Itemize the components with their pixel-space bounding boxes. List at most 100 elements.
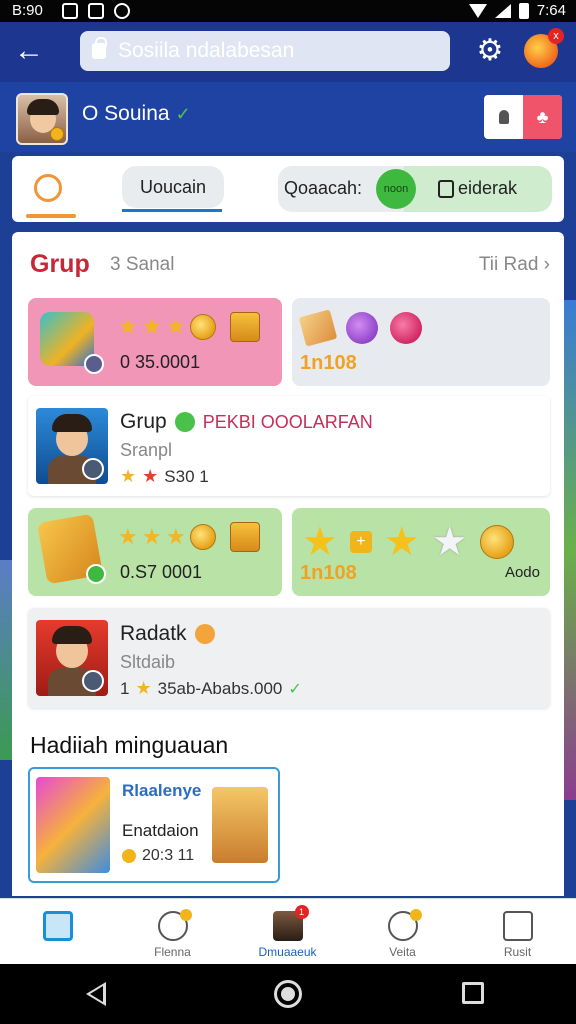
toggle-right[interactable]: eiderak (438, 178, 517, 199)
system-nav (0, 964, 576, 1024)
reward-card-gray[interactable]: 1n108 (292, 298, 550, 386)
profile-avatar-icon: 1 (272, 905, 309, 941)
avatar[interactable] (16, 93, 68, 145)
list-meta-value: S30 1 (164, 466, 209, 486)
search-box[interactable]: Sosiila ndalabesan (80, 31, 450, 71)
coin-icon (479, 525, 514, 559)
message-icon (62, 3, 78, 19)
tab-pill-indicator (122, 209, 222, 212)
list-item[interactable]: Radatk Sltdaib 1 ★ 35ab-Ababs.000 ✓ (28, 608, 550, 708)
toggle-right-label: eiderak (458, 178, 518, 198)
status-time-right: 7:64 (536, 2, 566, 19)
nav-item-3[interactable]: Veita (345, 899, 460, 965)
list-title-row: Radatk (120, 622, 215, 646)
back-arrow-icon[interactable]: ← (14, 36, 46, 68)
chest-icon (230, 522, 260, 552)
main-panel: Grup 3 Sanal Tii Rad › ★ ★ ★ 0 35.0001 1… (12, 232, 564, 896)
nav-item-4[interactable]: Rusit (460, 899, 575, 965)
tabs-card: Uoucain Qoaacah: noon eiderak (12, 156, 564, 222)
gift-box-icon (212, 787, 268, 863)
leaf-icon: ✓ (175, 104, 191, 124)
list-title: Grup (120, 410, 167, 433)
bonus-meta: 20:3 11 (122, 847, 194, 865)
list-subtitle: Sranpl (120, 440, 173, 460)
system-home-icon[interactable] (274, 980, 302, 1008)
list-meta-value: 35ab-Ababs.000 (157, 678, 283, 698)
gift-button[interactable]: ♣ (523, 95, 562, 139)
nav-badge: 1 (294, 905, 309, 919)
chat-icon (157, 909, 192, 941)
star-icon: ★ (383, 520, 420, 564)
wifi-icon (468, 3, 487, 18)
toggle-group[interactable]: Qoaacah: noon eiderak (278, 166, 552, 212)
status-time-left: B:90 (12, 2, 43, 19)
toggle-knob[interactable]: noon (376, 169, 416, 209)
nav-item-1[interactable]: Flenna (115, 899, 230, 965)
player-thumbnail (36, 620, 108, 696)
system-back-icon[interactable] (86, 982, 106, 1006)
section-header: Grup 3 Sanal Tii Rad › (30, 250, 550, 280)
nav-home[interactable] (0, 899, 115, 965)
system-recents-icon[interactable] (462, 982, 484, 1004)
rank-badge-icon (82, 458, 104, 480)
gear-icon[interactable]: ⚙ (474, 36, 506, 68)
stars-row: ★ ★ ★ (118, 522, 260, 552)
sync-icon (114, 3, 130, 19)
section-link[interactable]: Tii Rad › (479, 254, 550, 276)
bonus-subtitle: Enatdaion (122, 821, 199, 840)
bonus-heading: Rlaalenye (122, 781, 202, 800)
box-icon (298, 309, 338, 347)
person-button[interactable] (484, 95, 523, 139)
star-icon: ★ (118, 524, 138, 549)
chest-icon (230, 312, 260, 342)
home-icon (42, 911, 73, 941)
list-subtitle: Sltdaib (120, 652, 176, 672)
background-decor-right (562, 300, 576, 800)
nav-label: Dmuaaeuk (258, 945, 317, 959)
coin-icon (190, 524, 216, 550)
card-value: 0.S7 0001 (120, 562, 203, 582)
reward-card-green-2[interactable]: ★ + ★ ★ 1n108 Aodo (292, 508, 550, 596)
reward-card-pink[interactable]: ★ ★ ★ 0 35.0001 (28, 298, 282, 386)
notification-icon (88, 3, 104, 19)
star-icon: ★ (142, 466, 159, 486)
badge-icon (84, 354, 104, 374)
list-meta: 1 ★ 35ab-Ababs.000 ✓ (120, 678, 302, 699)
profile-name: O Souina (82, 102, 170, 125)
status-bar: B:90 7:64 (0, 0, 576, 22)
bonus-section-title: Hadiiah minguauan (30, 732, 229, 758)
pink-gem-icon (390, 312, 422, 344)
status-icons (62, 3, 130, 19)
player-thumbnail (36, 408, 108, 484)
tab-indicator (26, 214, 76, 218)
plus-icon: + (349, 531, 372, 553)
section-link-label: Tii Rad (478, 254, 539, 275)
section-subtitle: 3 Sanal (110, 254, 175, 275)
star-icon: ★ (431, 520, 468, 564)
star-icon: ★ (135, 678, 152, 698)
nav-label: Flenna (154, 945, 191, 959)
person-icon (498, 110, 509, 124)
star-icon: ★ (118, 314, 138, 339)
tab-home[interactable] (26, 168, 76, 218)
reward-count: 1n108 (300, 562, 357, 584)
bonus-thumbnail (36, 777, 110, 873)
add-friend-button[interactable]: ♣ (484, 95, 562, 139)
reward-card-green[interactable]: ★ ★ ★ 0.S7 0001 (28, 508, 282, 596)
list-title-row: Grup PEKBI OOOLARFAN (120, 410, 373, 434)
reward-icons (298, 309, 422, 347)
list-item[interactable]: Grup PEKBI OOOLARFAN Sranpl ★ ★ S30 1 (28, 396, 550, 496)
coin-icon (190, 314, 216, 340)
star-icon: ★ (142, 524, 162, 549)
rank-badge-icon (82, 670, 104, 692)
tab-pill[interactable]: Uoucain (122, 166, 224, 208)
list-title: Radatk (120, 622, 187, 645)
reward-icons: ★ + ★ ★ (302, 522, 514, 562)
bottom-nav: Flenna 1 Dmuaaeuk Veita Rusit (0, 898, 576, 964)
flag-icon (502, 911, 533, 941)
online-icon (174, 412, 195, 432)
nav-item-2[interactable]: 1 Dmuaaeuk (230, 899, 345, 965)
profile-name-line: O Souina ✓ (82, 102, 191, 126)
bonus-card[interactable]: Rlaalenye Enatdaion 20:3 11 (28, 767, 280, 883)
notification-button[interactable]: x (524, 28, 564, 68)
